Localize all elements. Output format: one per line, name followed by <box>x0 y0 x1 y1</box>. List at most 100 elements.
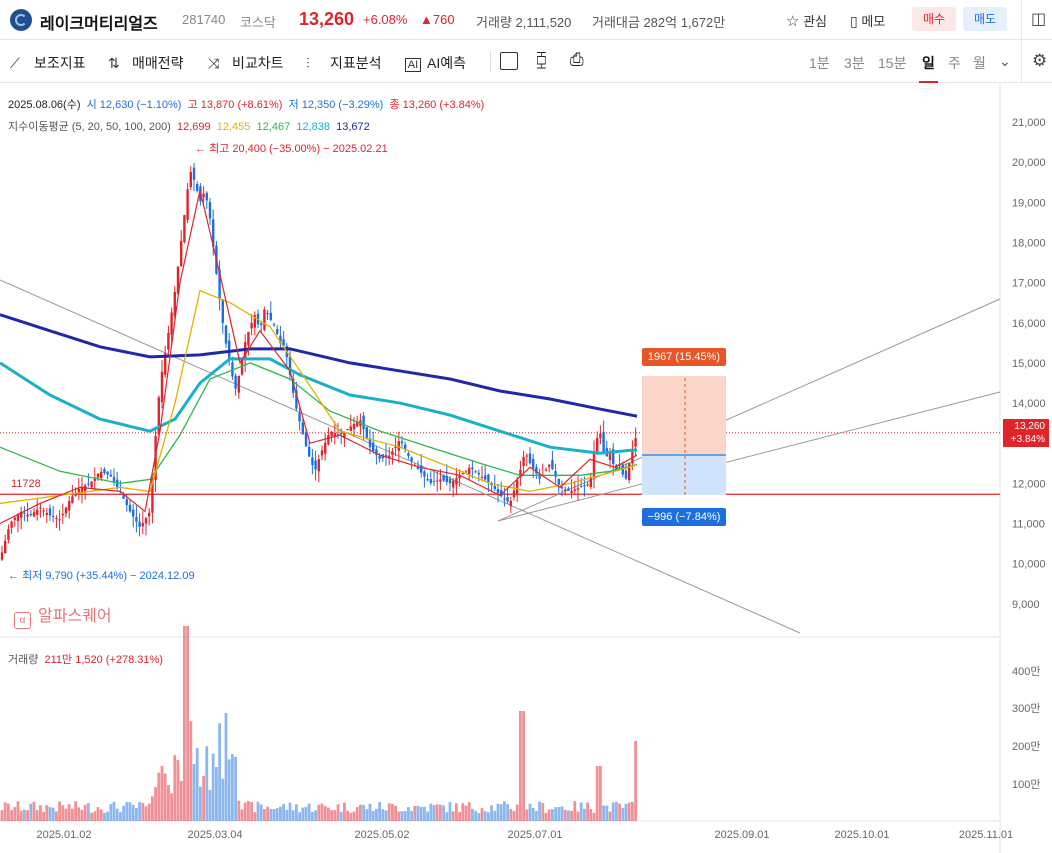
candle-body <box>330 431 333 437</box>
candle-body <box>208 202 212 219</box>
candle-body <box>26 514 29 517</box>
ma100-line <box>0 357 638 455</box>
ma-value: 12,455 <box>216 121 251 133</box>
volume-bar <box>87 803 90 821</box>
high-annotation: ← 최고 20,400 (−35.00%) − 2025.02.21 <box>195 143 388 155</box>
favorite-button[interactable]: ☆ 관심 <box>786 11 827 30</box>
candle-body <box>106 471 109 475</box>
candle-body <box>397 441 400 451</box>
candle-body <box>532 459 535 469</box>
buy-button[interactable]: 매수 <box>912 7 956 31</box>
candle-body <box>263 309 266 330</box>
volume-bar <box>624 803 628 821</box>
memo-button[interactable]: ▯ 메모 <box>850 11 885 30</box>
volume-bar <box>487 812 490 821</box>
price-tag-value: 13,260 <box>1014 421 1045 432</box>
volume-bar <box>301 807 305 821</box>
volume-bar <box>320 803 324 821</box>
volume-bar <box>221 778 225 821</box>
compare-tool[interactable]: ⤨ 비교차트 <box>208 53 284 73</box>
stock-name[interactable]: 레이크머티리얼즈 <box>40 10 158 34</box>
gear-icon[interactable]: ⚙ <box>1032 51 1047 71</box>
high-annotation-text: 최고 20,400 (−35.00%) − 2025.02.21 <box>209 143 388 155</box>
volume-bar <box>42 811 45 821</box>
y-tick-label: 19,000 <box>1012 197 1046 209</box>
candle-body <box>125 499 128 506</box>
candle-body <box>272 324 276 326</box>
candle-body <box>544 469 548 471</box>
candle-body <box>599 433 602 439</box>
volume-bar <box>58 801 61 821</box>
ai-tool[interactable]: AI AI예측 <box>405 53 466 73</box>
period-week[interactable]: 주 <box>948 53 961 73</box>
candle-body <box>196 183 199 192</box>
period-1min[interactable]: 1분 <box>809 53 830 73</box>
period-month[interactable]: 월 <box>973 53 986 73</box>
ma-legend: 지수이동평균 (5, 20, 50, 100, 200) 12,699 12,4… <box>8 118 370 134</box>
candle-icon[interactable]: ⧮ <box>536 50 547 70</box>
volume-bar <box>304 807 308 821</box>
candle-body <box>551 460 554 470</box>
analysis-tool[interactable]: ⫶ 지표분석 <box>306 53 382 73</box>
volume-bar <box>269 808 273 821</box>
volume-bar <box>570 810 573 821</box>
period-15min[interactable]: 15분 <box>878 53 906 73</box>
volume-bar <box>13 807 17 821</box>
volume-bar <box>144 806 148 821</box>
candle-body <box>266 312 269 315</box>
panel-toggle-icon[interactable]: ◫ <box>1031 9 1046 29</box>
period-day[interactable]: 일 <box>919 53 938 83</box>
volume-bar <box>330 810 333 821</box>
volume-bar <box>202 776 205 821</box>
volume-bar <box>26 810 29 821</box>
candle-body <box>602 431 605 452</box>
volume-bar <box>339 811 343 821</box>
volume-bar <box>189 721 193 821</box>
candle-body <box>224 325 228 344</box>
candle-body <box>167 333 170 350</box>
volume-bar <box>125 802 129 821</box>
candle-body <box>128 504 132 512</box>
tool-label: AI예측 <box>427 55 466 71</box>
volume-bar <box>167 784 170 821</box>
candle-body <box>42 510 45 512</box>
volume-bar <box>10 810 13 821</box>
volume-bar <box>554 807 557 821</box>
price-tag-pct: +3.84% <box>1010 434 1045 445</box>
price-chart[interactable]: 21,000 20,000 19,000 18,000 17,000 16,000 15,0… <box>0 83 1052 853</box>
candle-body <box>372 442 375 452</box>
volume-bar <box>106 811 109 821</box>
sell-button[interactable]: 매도 <box>963 7 1007 31</box>
volume-bar <box>586 802 589 821</box>
volume-legend: 거래량 211만 1,520 (+278.31%) <box>8 651 163 667</box>
candle-body <box>109 474 112 477</box>
candle-body <box>183 215 186 242</box>
volume-bar <box>237 800 241 821</box>
x-tick-label: 2025.10.01 <box>834 829 889 841</box>
candle-body <box>202 193 205 198</box>
chevron-down-icon[interactable]: ⌄ <box>999 53 1011 70</box>
market-label: 코스닥 <box>240 15 276 30</box>
y-tick-label: 9,000 <box>1012 599 1040 611</box>
candle-body <box>487 474 490 483</box>
candle-body <box>516 480 519 495</box>
volume-bar <box>410 810 413 821</box>
camera-icon[interactable]: ⎙ <box>570 50 584 70</box>
volume-bar <box>279 806 282 821</box>
indicator-tool[interactable]: ⟋ 보조지표 <box>10 53 86 73</box>
candle-body <box>96 473 100 478</box>
volume-bar <box>147 803 151 821</box>
candle-body <box>512 490 516 498</box>
volume-bar <box>599 766 602 821</box>
volume-bar <box>243 802 247 821</box>
volume-bar <box>275 808 279 821</box>
candle-body <box>496 489 500 493</box>
square-icon[interactable] <box>500 52 518 70</box>
candle-body <box>448 479 452 484</box>
volume-bar <box>419 806 423 821</box>
strategy-tool[interactable]: ⇅ 매매전략 <box>108 53 184 73</box>
candle-body <box>560 487 564 489</box>
volume-bar <box>48 807 52 821</box>
volume-bar <box>448 801 452 821</box>
period-3min[interactable]: 3분 <box>844 53 865 73</box>
